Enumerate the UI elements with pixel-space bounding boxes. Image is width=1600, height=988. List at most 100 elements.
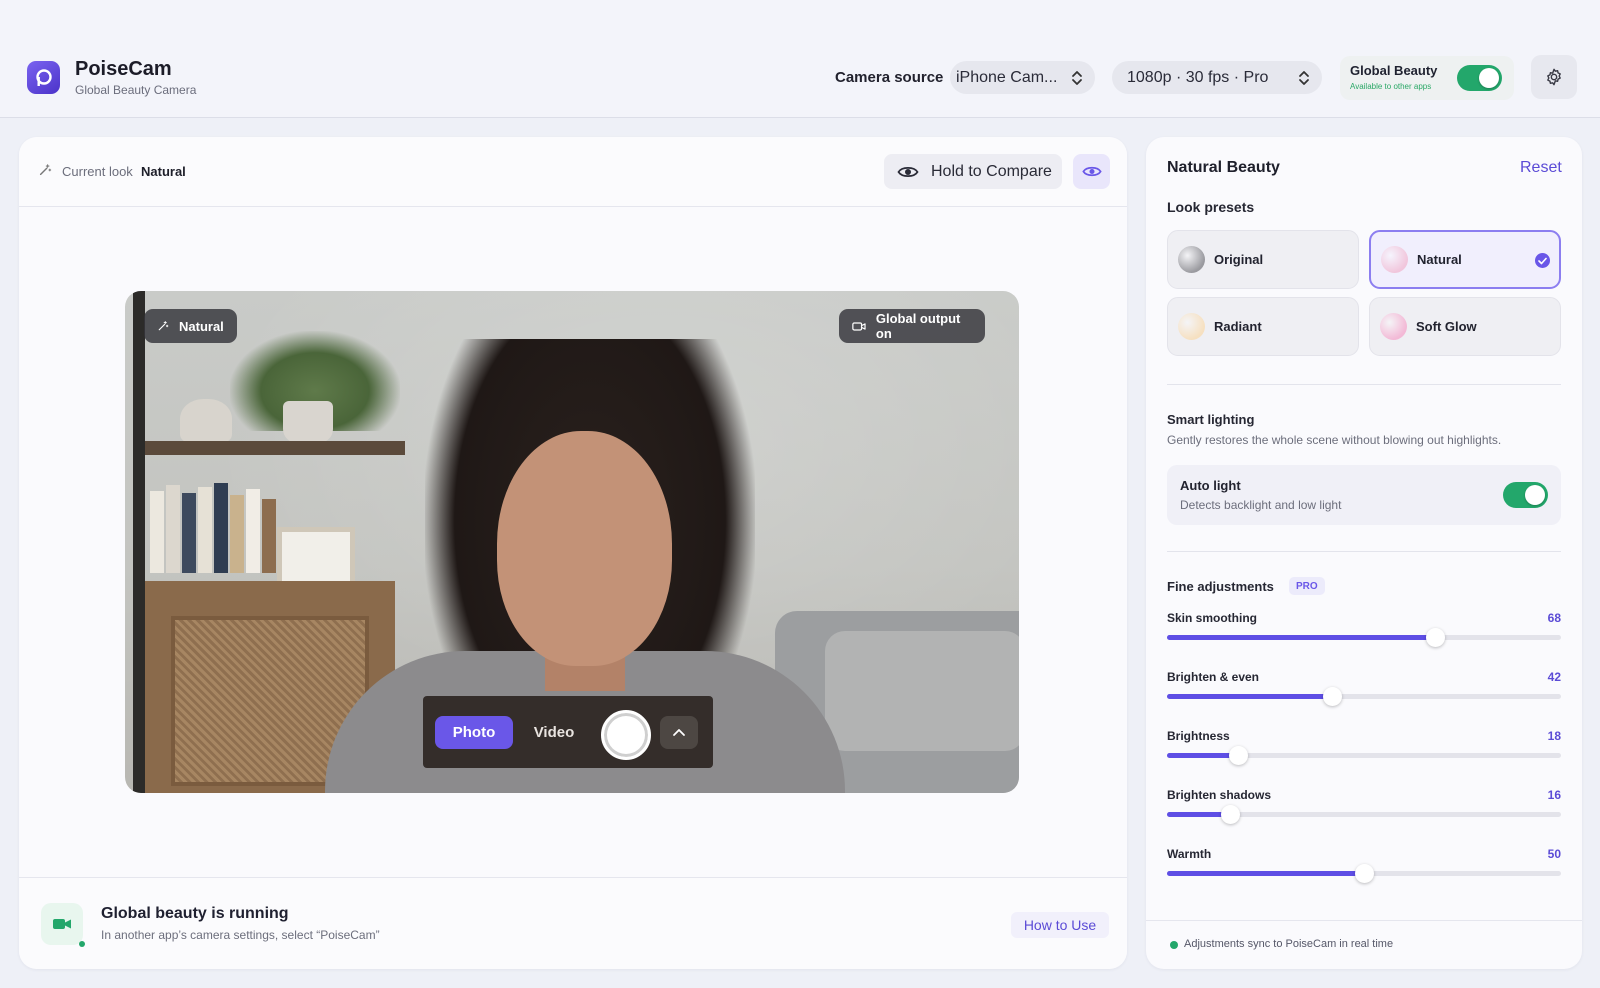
slider-fill <box>1167 753 1238 758</box>
divider <box>1167 384 1561 385</box>
magic-wand-icon <box>39 164 52 176</box>
slider-brighten-even[interactable]: Brighten & even 42 <box>1167 670 1561 720</box>
camera-preview[interactable]: Natural Global output on Photo Video <box>125 291 1019 793</box>
auto-light-toggle[interactable] <box>1503 482 1548 508</box>
slider-track[interactable] <box>1167 687 1561 706</box>
auto-light-row: Auto light Detects backlight and low lig… <box>1167 465 1561 525</box>
picture-frame <box>277 527 355 589</box>
slider-value: 16 <box>1547 788 1561 802</box>
video-camera-icon <box>852 321 866 331</box>
reset-button[interactable]: Reset <box>1520 159 1562 177</box>
slider-track[interactable] <box>1167 864 1561 883</box>
auto-light-subtitle: Detects backlight and low light <box>1180 498 1342 512</box>
preset-radiant[interactable]: Radiant <box>1167 297 1359 356</box>
chevron-updown-icon <box>1071 70 1083 86</box>
slider-fill <box>1167 694 1333 699</box>
current-look-value: Natural <box>141 164 186 179</box>
preset-soft-glow[interactable]: Soft Glow <box>1369 297 1561 356</box>
slider-label: Skin smoothing <box>1167 611 1257 625</box>
slider-label: Brighten shadows <box>1167 788 1272 802</box>
look-chip: Natural <box>144 309 237 343</box>
status-title: Global beauty is running <box>101 905 289 922</box>
global-beauty-toggle[interactable] <box>1457 65 1502 91</box>
slider-warmth[interactable]: Warmth 50 <box>1167 847 1561 897</box>
video-camera-icon <box>53 919 71 929</box>
slider-handle[interactable] <box>1221 805 1241 824</box>
toggle-knob <box>1479 68 1499 88</box>
running-indicator <box>79 941 85 947</box>
slider-track[interactable] <box>1167 805 1561 824</box>
preset-swatch <box>1381 246 1408 273</box>
slider-brighten-shadows[interactable]: Brighten shadows 16 <box>1167 788 1561 838</box>
divider <box>1167 551 1561 552</box>
capture-controls: Photo Video <box>423 696 713 768</box>
settings-button[interactable] <box>1531 55 1577 99</box>
look-chip-label: Natural <box>179 318 224 334</box>
sync-status: Adjustments sync to PoiseCam in real tim… <box>1146 920 1582 969</box>
slider-handle[interactable] <box>1355 864 1374 883</box>
panel-title: Natural Beauty <box>1167 159 1280 176</box>
photo-mode-button[interactable]: Photo <box>435 716 513 749</box>
status-subtitle: In another app’s camera settings, select… <box>101 928 380 942</box>
fine-adjustments-heading: Fine adjustments <box>1167 579 1274 594</box>
smart-lighting-description: Gently restores the whole scene without … <box>1167 433 1502 447</box>
eye-icon <box>1081 166 1102 177</box>
slider-track[interactable] <box>1167 628 1561 647</box>
sync-text: Adjustments sync to PoiseCam in real tim… <box>1184 938 1394 950</box>
preset-original[interactable]: Original <box>1167 230 1359 289</box>
slider-value: 50 <box>1547 847 1561 861</box>
slider-value: 68 <box>1547 611 1561 625</box>
checkmark-icon <box>1535 253 1550 268</box>
global-beauty-control: Global Beauty Available to other apps <box>1340 56 1514 100</box>
current-look-label: Current look <box>62 164 133 179</box>
preview-header: Current look Natural Hold to Compare <box>19 137 1127 207</box>
expand-controls-button[interactable] <box>660 716 698 749</box>
camera-source-value: iPhone Cam... <box>956 68 1058 86</box>
global-beauty-title: Global Beauty <box>1350 63 1438 78</box>
vase <box>180 399 232 443</box>
floor-lamp <box>133 291 145 793</box>
auto-light-title: Auto light <box>1180 478 1241 493</box>
slider-skin-smoothing[interactable]: Skin smoothing 68 <box>1167 611 1561 661</box>
preset-natural[interactable]: Natural <box>1369 230 1561 289</box>
magic-wand-icon <box>158 321 169 331</box>
wall-shelf <box>145 441 405 455</box>
plant-pot <box>283 401 333 443</box>
top-bar: PoiseCam Global Beauty Camera Camera sou… <box>0 0 1600 118</box>
format-select[interactable]: 1080p · 30 fps · Pro <box>1112 61 1322 94</box>
beauty-panel: Natural Beauty Reset Look presets Origin… <box>1146 137 1582 969</box>
slider-handle[interactable] <box>1228 746 1248 765</box>
camera-source-label: Camera source <box>835 69 944 86</box>
camera-source-select[interactable]: iPhone Cam... <box>950 61 1095 94</box>
how-to-use-button[interactable]: How to Use <box>1011 912 1109 938</box>
slider-handle[interactable] <box>1425 628 1445 647</box>
global-output-chip: Global output on <box>839 309 985 343</box>
video-mode-button[interactable]: Video <box>515 716 593 749</box>
sync-indicator <box>1170 941 1178 949</box>
preset-label: Natural <box>1417 252 1462 267</box>
preset-label: Original <box>1214 252 1264 267</box>
slider-brightness[interactable]: Brightness 18 <box>1167 729 1561 779</box>
smart-lighting-heading: Smart lighting <box>1167 412 1255 427</box>
slider-label: Brighten & even <box>1167 670 1260 684</box>
eye-icon <box>897 166 919 177</box>
hold-to-compare-button[interactable]: Hold to Compare <box>884 154 1062 189</box>
preview-visibility-button[interactable] <box>1073 154 1110 189</box>
preset-swatch <box>1380 313 1407 340</box>
person-face <box>497 431 672 666</box>
preview-card: Current look Natural Hold to Compare Nat… <box>19 137 1127 969</box>
preset-label: Soft Glow <box>1416 319 1477 334</box>
preset-swatch <box>1178 246 1205 273</box>
compare-label: Hold to Compare <box>931 162 1052 180</box>
app-logo <box>27 61 60 94</box>
status-icon <box>41 903 83 945</box>
slider-track[interactable] <box>1167 746 1561 765</box>
slider-handle[interactable] <box>1323 687 1343 706</box>
slider-fill <box>1167 871 1364 876</box>
chevron-updown-icon <box>1298 70 1310 86</box>
global-beauty-subtitle: Available to other apps <box>1350 82 1432 91</box>
sofa-cushion <box>825 631 1019 751</box>
logo-p-icon <box>35 68 52 86</box>
shutter-button[interactable] <box>601 710 651 760</box>
global-output-label: Global output on <box>875 311 961 341</box>
